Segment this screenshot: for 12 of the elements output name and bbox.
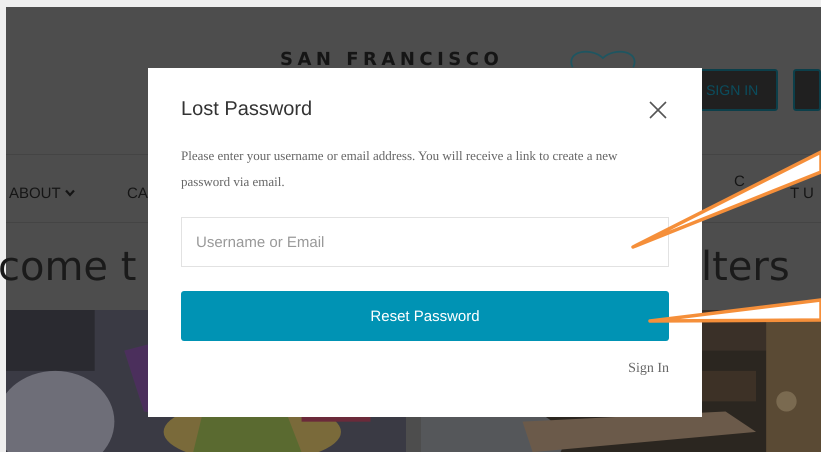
nav-item[interactable]: C — [734, 174, 745, 189]
nav-item[interactable]: CA — [127, 186, 148, 201]
site-title: SAN FRANCISCO — [280, 49, 504, 70]
dialog-title: Lost Password — [181, 98, 312, 121]
nav-item[interactable]: ABOUT — [9, 186, 75, 201]
reset-password-button[interactable]: Reset Password — [181, 291, 669, 341]
nav-item[interactable]: T U — [790, 186, 814, 201]
username-field[interactable]: Username or Email — [181, 217, 669, 267]
close-icon[interactable] — [649, 100, 667, 118]
heart-logo-icon — [569, 50, 638, 68]
dialog-description: Please enter your username or email address. You will receive a link to create a new password via email. — [181, 147, 618, 191]
sign-in-link[interactable]: Sign In — [628, 361, 669, 377]
